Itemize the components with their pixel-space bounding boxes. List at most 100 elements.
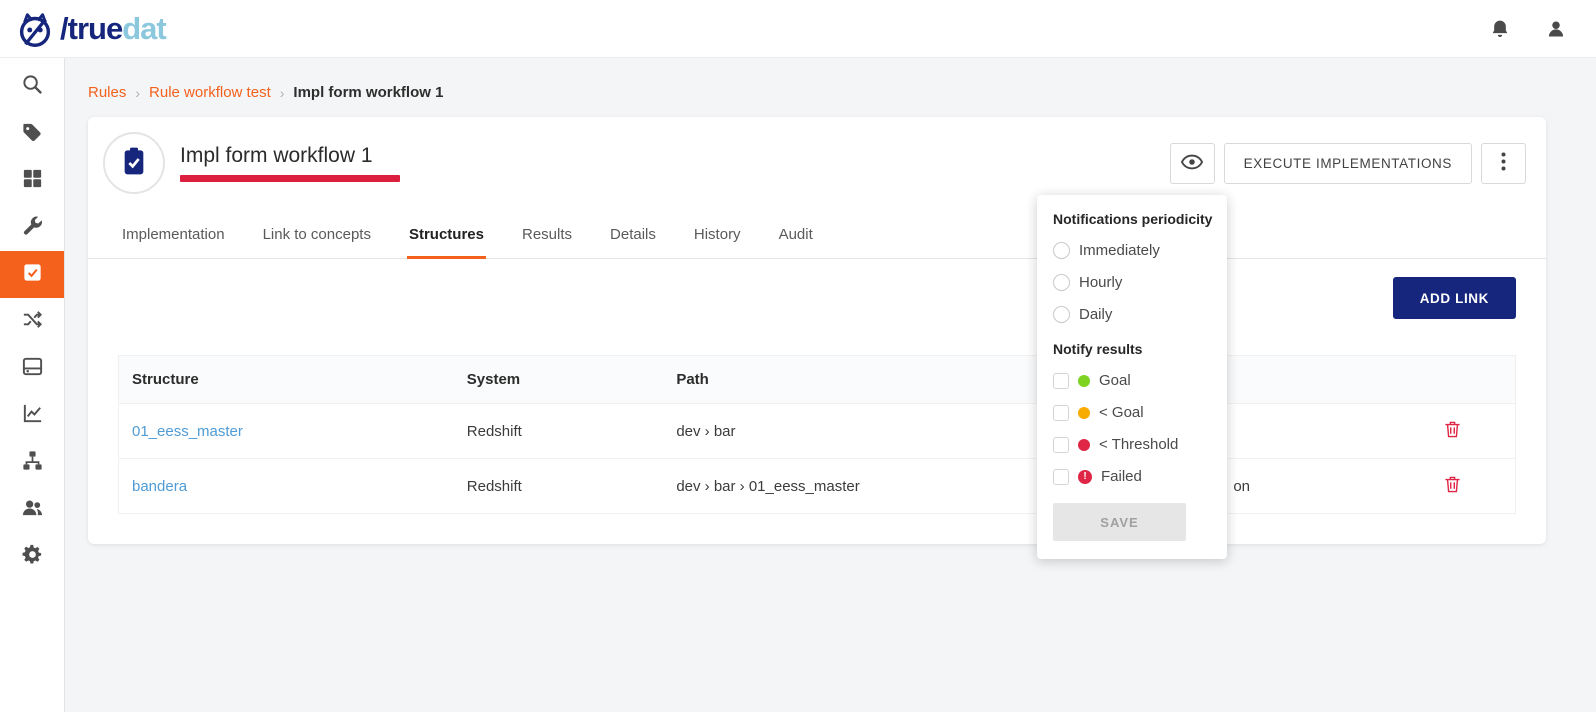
tab-implementation[interactable]: Implementation xyxy=(120,217,227,258)
shuffle-icon xyxy=(21,308,44,336)
sidebar-item-admin[interactable] xyxy=(0,204,64,251)
extra-text: on xyxy=(1233,478,1250,495)
radio-hourly[interactable] xyxy=(1053,274,1070,291)
save-button[interactable]: SAVE xyxy=(1053,503,1186,541)
clipboard-check-icon xyxy=(118,145,150,182)
radio-label: Daily xyxy=(1079,306,1112,323)
radio-daily[interactable] xyxy=(1053,306,1070,323)
sidebar-item-lineage[interactable] xyxy=(0,298,64,345)
checkbox-option-below-goal[interactable]: < Goal xyxy=(1053,404,1211,421)
search-icon xyxy=(21,73,44,101)
user-profile-icon[interactable] xyxy=(1546,18,1566,40)
table-row: bandera Redshift dev › bar › 01_eess_mas… xyxy=(119,459,1516,514)
below-threshold-status-dot xyxy=(1078,439,1090,451)
sidebar-item-structures[interactable] xyxy=(0,345,64,392)
column-header-system: System xyxy=(454,356,664,404)
radio-option-hourly[interactable]: Hourly xyxy=(1053,274,1211,291)
checkbox-label: Failed xyxy=(1101,468,1142,485)
checkbox-option-below-threshold[interactable]: < Threshold xyxy=(1053,436,1211,453)
checkbox-option-failed[interactable]: Failed xyxy=(1053,468,1211,485)
sidebar-item-analytics[interactable] xyxy=(0,392,64,439)
kebab-menu-icon xyxy=(1501,152,1506,174)
truedat-logo[interactable]: /truedat xyxy=(14,8,166,50)
checkbox-label: < Threshold xyxy=(1099,436,1178,453)
sidebar-item-tags[interactable] xyxy=(0,110,64,157)
tags-icon xyxy=(21,120,44,148)
grid-icon xyxy=(21,167,44,195)
tab-bar: Implementation Link to concepts Structur… xyxy=(88,217,1546,259)
radio-label: Immediately xyxy=(1079,242,1160,259)
structure-link[interactable]: bandera xyxy=(132,478,187,495)
checkbox-failed[interactable] xyxy=(1053,469,1069,485)
sidebar-item-search[interactable] xyxy=(0,63,64,110)
tab-audit[interactable]: Audit xyxy=(777,217,815,258)
notify-results-title: Notify results xyxy=(1053,341,1211,357)
radio-option-daily[interactable]: Daily xyxy=(1053,306,1211,323)
breadcrumb-rule-workflow-test[interactable]: Rule workflow test xyxy=(149,84,271,101)
breadcrumb-current: Impl form workflow 1 xyxy=(293,84,443,101)
failed-error-icon xyxy=(1078,470,1092,484)
watch-button[interactable] xyxy=(1170,143,1215,184)
tab-history[interactable]: History xyxy=(692,217,743,258)
table-header-row: Structure System Path xyxy=(119,356,1516,404)
checkbox-below-goal[interactable] xyxy=(1053,405,1069,421)
column-header-actions xyxy=(1390,356,1516,404)
table-row: 01_eess_master Redshift dev › bar xyxy=(119,404,1516,459)
implementation-card: Impl form workflow 1 EXECUTE IMPLEMENTAT… xyxy=(88,117,1546,544)
checkbox-label: < Goal xyxy=(1099,404,1144,421)
structures-table: Structure System Path 01_eess_master Red… xyxy=(118,355,1516,514)
sidebar-item-dashboard[interactable] xyxy=(0,157,64,204)
system-cell: Redshift xyxy=(454,404,664,459)
below-goal-status-dot xyxy=(1078,407,1090,419)
periodicity-title: Notifications periodicity xyxy=(1053,211,1211,227)
owl-logo-icon xyxy=(14,8,56,50)
breadcrumb: Rules › Rule workflow test › Impl form w… xyxy=(88,84,1546,101)
result-bar xyxy=(180,175,400,182)
checkbox-label: Goal xyxy=(1099,372,1131,389)
line-chart-icon xyxy=(21,402,44,430)
checkbox-below-threshold[interactable] xyxy=(1053,437,1069,453)
eye-icon xyxy=(1181,154,1203,173)
add-link-button[interactable]: ADD LINK xyxy=(1393,277,1516,319)
page-title: Impl form workflow 1 xyxy=(180,144,400,168)
notifications-bell-icon[interactable] xyxy=(1490,18,1510,40)
left-sidebar xyxy=(0,58,65,712)
sidebar-item-taxonomy[interactable] xyxy=(0,439,64,486)
tab-results[interactable]: Results xyxy=(520,217,574,258)
main-content: Rules › Rule workflow test › Impl form w… xyxy=(65,58,1596,712)
radio-label: Hourly xyxy=(1079,274,1122,291)
execute-implementations-button[interactable]: EXECUTE IMPLEMENTATIONS xyxy=(1224,143,1472,184)
brand-text: /truedat xyxy=(60,11,166,47)
tab-link-to-concepts[interactable]: Link to concepts xyxy=(261,217,373,258)
breadcrumb-rules[interactable]: Rules xyxy=(88,84,126,101)
delete-link-button[interactable] xyxy=(1442,418,1463,444)
sitemap-icon xyxy=(21,449,44,477)
tab-structures[interactable]: Structures xyxy=(407,217,486,259)
breadcrumb-separator: › xyxy=(280,85,285,101)
tab-details[interactable]: Details xyxy=(608,217,658,258)
storage-icon xyxy=(21,355,44,383)
trash-icon xyxy=(1444,427,1461,442)
users-icon xyxy=(21,496,44,524)
breadcrumb-separator: › xyxy=(135,85,140,101)
column-header-structure: Structure xyxy=(119,356,454,404)
top-header: /truedat xyxy=(0,0,1596,58)
structure-link[interactable]: 01_eess_master xyxy=(132,423,243,440)
quality-check-icon xyxy=(21,261,44,289)
radio-immediately[interactable] xyxy=(1053,242,1070,259)
goal-status-dot xyxy=(1078,375,1090,387)
delete-link-button[interactable] xyxy=(1442,473,1463,499)
sidebar-item-quality[interactable] xyxy=(0,251,64,298)
radio-option-immediately[interactable]: Immediately xyxy=(1053,242,1211,259)
sidebar-item-users[interactable] xyxy=(0,486,64,533)
more-options-button[interactable] xyxy=(1481,143,1526,184)
gear-icon xyxy=(21,543,44,571)
notifications-popup: Notifications periodicity Immediately Ho… xyxy=(1037,195,1227,559)
system-cell: Redshift xyxy=(454,459,664,514)
checkbox-goal[interactable] xyxy=(1053,373,1069,389)
wrench-icon xyxy=(21,214,44,242)
checkbox-option-goal[interactable]: Goal xyxy=(1053,372,1211,389)
rule-avatar xyxy=(103,132,165,194)
trash-icon xyxy=(1444,482,1461,497)
sidebar-item-settings[interactable] xyxy=(0,533,64,580)
